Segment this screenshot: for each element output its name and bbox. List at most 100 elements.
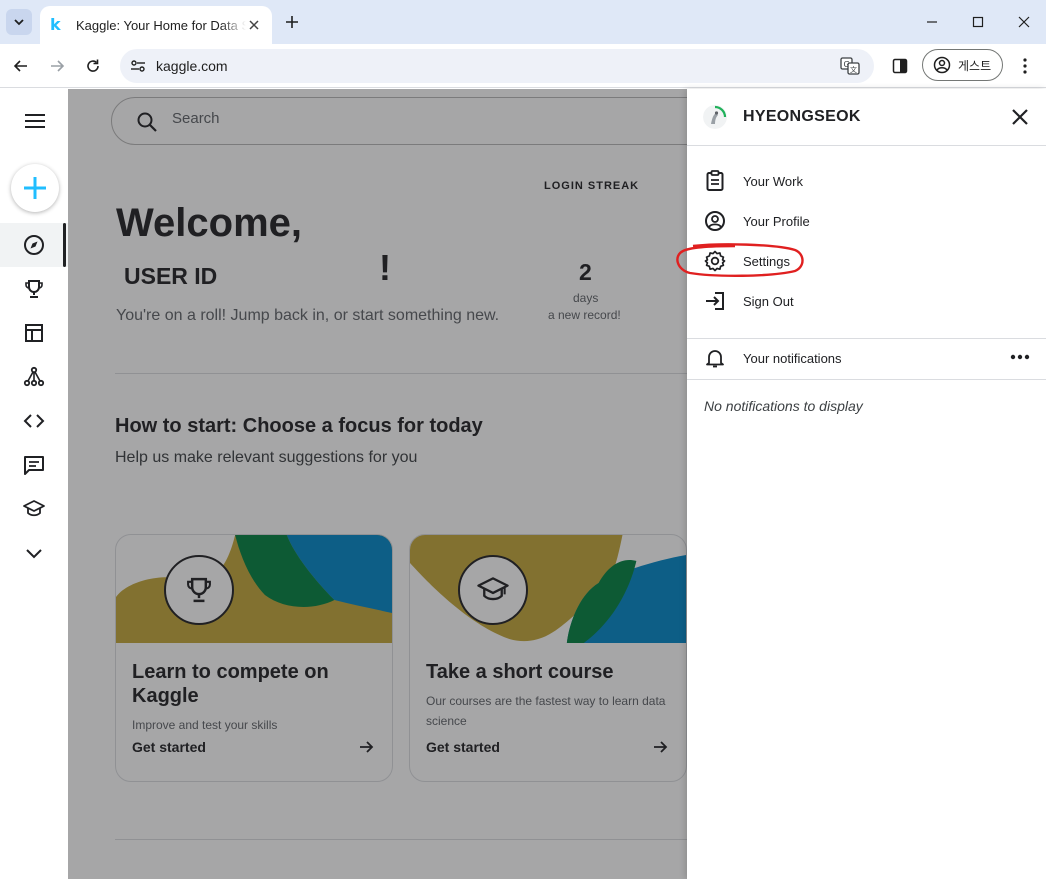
sign-out-icon (703, 289, 727, 313)
table-icon (25, 324, 43, 342)
trophy-badge (164, 555, 234, 625)
search-icon (137, 112, 157, 132)
trophy-icon (25, 280, 43, 298)
nav-models[interactable] (0, 355, 68, 399)
menu-sign-out[interactable]: Sign Out (703, 283, 1023, 319)
menu-your-profile[interactable]: Your Profile (703, 203, 1023, 239)
username: HYEONGSEOK (743, 108, 861, 125)
card-description: Our courses are the fastest way to learn… (426, 694, 666, 728)
close-icon (249, 20, 259, 30)
window-close-button[interactable] (1012, 10, 1036, 34)
card-title: Take a short course (426, 661, 614, 683)
divider (687, 379, 1046, 380)
nav-home[interactable] (0, 223, 68, 267)
welcome-subtext: You're on a roll! Jump back in, or start… (116, 307, 500, 324)
gear-icon (703, 249, 727, 273)
browser-menu-button[interactable] (1014, 54, 1036, 78)
nav-more[interactable] (0, 531, 68, 575)
arrow-right-icon (654, 741, 668, 753)
profile-label: 게스트 (958, 58, 992, 73)
profile-button[interactable]: 게스트 (922, 49, 1003, 81)
browser-tab-bar: k Kaggle: Your Home for Data Science (0, 0, 1046, 44)
url-text: kaggle.com (156, 58, 228, 74)
create-button[interactable] (11, 164, 59, 212)
notifications-header: Your notifications (703, 340, 1023, 376)
welcome-exclamation: ! (379, 247, 391, 288)
address-bar[interactable]: kaggle.com G文 (120, 49, 874, 83)
welcome-heading: Welcome, (116, 201, 302, 245)
chevron-down-icon (26, 549, 42, 559)
streak-unit: days (573, 291, 599, 305)
card-illustration (410, 535, 686, 643)
nav-code[interactable] (0, 399, 68, 443)
side-panel-icon (892, 58, 908, 74)
models-icon (23, 366, 45, 387)
user-panel: HYEONGSEOK Your Work Your Profile Settin… (676, 89, 1046, 879)
chevron-down-icon (14, 19, 24, 26)
new-tab-button[interactable] (282, 12, 302, 32)
divider (687, 145, 1046, 146)
profile-icon (703, 209, 727, 233)
browser-toolbar: kaggle.com G文 게스트 (0, 44, 1046, 88)
menu-item-label: Sign Out (743, 293, 794, 309)
close-icon (1018, 16, 1030, 28)
graduation-cap-icon (477, 577, 509, 601)
course-card[interactable]: Take a short course Our courses are the … (409, 534, 687, 782)
nav-learn[interactable] (0, 487, 68, 531)
tab-close-button[interactable] (246, 17, 262, 33)
more-horiz-icon[interactable] (1010, 351, 1030, 363)
trophy-icon (187, 577, 211, 603)
clipboard-icon (703, 169, 727, 193)
reload-button[interactable] (81, 54, 105, 78)
compass-icon (24, 235, 44, 255)
menu-settings[interactable]: Settings (703, 243, 1023, 279)
card-title: Learn to compete on Kaggle (132, 661, 329, 707)
more-vert-icon (1023, 58, 1027, 74)
card-illustration (116, 535, 392, 643)
arrow-right-icon (360, 741, 374, 753)
bell-icon (703, 346, 727, 370)
svg-text:文: 文 (850, 65, 857, 74)
arrow-left-icon (13, 60, 27, 72)
empty-notifications-text: No notifications to display (704, 398, 863, 414)
avatar[interactable] (703, 105, 727, 129)
menu-your-work[interactable]: Your Work (703, 163, 1023, 199)
nav-discussions[interactable] (0, 443, 68, 487)
get-started-link[interactable]: Get started (426, 739, 500, 755)
nav-datasets[interactable] (0, 311, 68, 355)
search-bar[interactable] (111, 97, 731, 145)
discussion-icon (24, 456, 44, 475)
notifications-label: Your notifications (743, 350, 842, 366)
maximize-button[interactable] (966, 10, 990, 34)
tab-search-button[interactable] (6, 9, 32, 35)
divider (115, 839, 688, 840)
streak-note: a new record! (548, 308, 621, 322)
forward-button[interactable] (45, 54, 69, 78)
home-content: LOGIN STREAK Welcome, USER ID ! 2 days a… (68, 89, 731, 879)
menu-item-label: Settings (743, 253, 790, 269)
close-icon[interactable] (1010, 107, 1030, 127)
side-panel-button[interactable] (888, 54, 912, 78)
back-button[interactable] (9, 54, 33, 78)
browser-tab[interactable]: k Kaggle: Your Home for Data Science (40, 6, 272, 44)
login-streak-label: LOGIN STREAK (544, 180, 640, 192)
get-started-link[interactable]: Get started (132, 739, 206, 755)
compete-card[interactable]: Learn to compete on Kaggle Improve and t… (115, 534, 393, 782)
hamburger-menu-icon[interactable] (22, 111, 48, 131)
menu-item-label: Your Profile (743, 213, 810, 229)
streak-count: 2 (579, 259, 592, 285)
menu-item-label: Your Work (743, 173, 803, 189)
nav-competitions[interactable] (0, 267, 68, 311)
kaggle-page: LOGIN STREAK Welcome, USER ID ! 2 days a… (0, 89, 1046, 879)
search-input[interactable] (172, 110, 572, 127)
how-to-start-subtitle: Help us make relevant suggestions for yo… (115, 449, 418, 466)
translate-icon[interactable]: G文 (840, 57, 860, 75)
minimize-icon (927, 21, 937, 23)
site-info-button[interactable] (127, 55, 149, 77)
user-id-text: USER ID (124, 263, 218, 289)
minimize-button[interactable] (920, 10, 944, 34)
kaggle-favicon-icon: k (50, 15, 61, 34)
plus-icon (24, 177, 46, 199)
card-description: Improve and test your skills (132, 718, 278, 732)
divider (687, 338, 1046, 339)
